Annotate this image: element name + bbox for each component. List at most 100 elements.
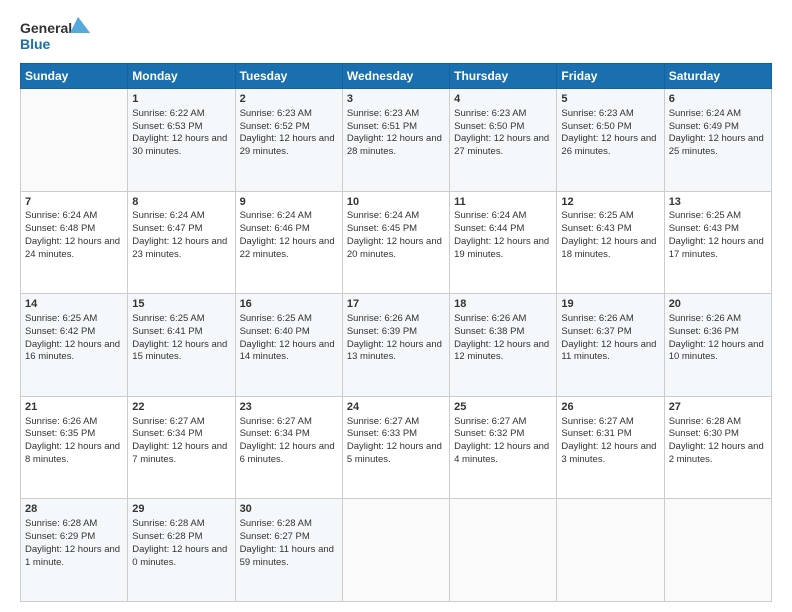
page: General Blue SundayMondayTuesdayWednesda… — [0, 0, 792, 612]
calendar-cell: 16Sunrise: 6:25 AMSunset: 6:40 PMDayligh… — [235, 294, 342, 397]
calendar-cell: 6Sunrise: 6:24 AMSunset: 6:49 PMDaylight… — [664, 89, 771, 192]
calendar-cell: 10Sunrise: 6:24 AMSunset: 6:45 PMDayligh… — [342, 191, 449, 294]
day-info: Sunrise: 6:25 AMSunset: 6:41 PMDaylight:… — [132, 313, 227, 362]
calendar-cell: 26Sunrise: 6:27 AMSunset: 6:31 PMDayligh… — [557, 396, 664, 499]
day-info: Sunrise: 6:27 AMSunset: 6:32 PMDaylight:… — [454, 416, 549, 465]
day-info: Sunrise: 6:22 AMSunset: 6:53 PMDaylight:… — [132, 108, 227, 157]
day-info: Sunrise: 6:25 AMSunset: 6:43 PMDaylight:… — [669, 210, 764, 259]
day-info: Sunrise: 6:24 AMSunset: 6:49 PMDaylight:… — [669, 108, 764, 157]
day-info: Sunrise: 6:26 AMSunset: 6:36 PMDaylight:… — [669, 313, 764, 362]
day-info: Sunrise: 6:28 AMSunset: 6:28 PMDaylight:… — [132, 518, 227, 567]
day-number: 25 — [454, 400, 552, 415]
calendar-cell: 8Sunrise: 6:24 AMSunset: 6:47 PMDaylight… — [128, 191, 235, 294]
day-info: Sunrise: 6:25 AMSunset: 6:42 PMDaylight:… — [25, 313, 120, 362]
calendar-cell: 12Sunrise: 6:25 AMSunset: 6:43 PMDayligh… — [557, 191, 664, 294]
day-info: Sunrise: 6:27 AMSunset: 6:34 PMDaylight:… — [240, 416, 335, 465]
calendar-cell: 29Sunrise: 6:28 AMSunset: 6:28 PMDayligh… — [128, 499, 235, 602]
day-number: 9 — [240, 195, 338, 210]
day-number: 8 — [132, 195, 230, 210]
day-info: Sunrise: 6:28 AMSunset: 6:30 PMDaylight:… — [669, 416, 764, 465]
calendar-week-row: 14Sunrise: 6:25 AMSunset: 6:42 PMDayligh… — [21, 294, 772, 397]
day-number: 29 — [132, 502, 230, 517]
calendar-cell: 1Sunrise: 6:22 AMSunset: 6:53 PMDaylight… — [128, 89, 235, 192]
day-header-thursday: Thursday — [450, 64, 557, 89]
day-number: 10 — [347, 195, 445, 210]
day-info: Sunrise: 6:26 AMSunset: 6:35 PMDaylight:… — [25, 416, 120, 465]
day-info: Sunrise: 6:23 AMSunset: 6:51 PMDaylight:… — [347, 108, 442, 157]
calendar-cell: 24Sunrise: 6:27 AMSunset: 6:33 PMDayligh… — [342, 396, 449, 499]
calendar-cell: 5Sunrise: 6:23 AMSunset: 6:50 PMDaylight… — [557, 89, 664, 192]
calendar-cell: 28Sunrise: 6:28 AMSunset: 6:29 PMDayligh… — [21, 499, 128, 602]
day-info: Sunrise: 6:24 AMSunset: 6:44 PMDaylight:… — [454, 210, 549, 259]
calendar-cell — [21, 89, 128, 192]
day-number: 5 — [561, 92, 659, 107]
day-info: Sunrise: 6:24 AMSunset: 6:47 PMDaylight:… — [132, 210, 227, 259]
day-header-wednesday: Wednesday — [342, 64, 449, 89]
day-number: 14 — [25, 297, 123, 312]
generalblue-logo-icon: General Blue — [20, 15, 90, 55]
calendar-cell: 22Sunrise: 6:27 AMSunset: 6:34 PMDayligh… — [128, 396, 235, 499]
day-number: 21 — [25, 400, 123, 415]
calendar-cell — [450, 499, 557, 602]
calendar-cell: 25Sunrise: 6:27 AMSunset: 6:32 PMDayligh… — [450, 396, 557, 499]
day-info: Sunrise: 6:25 AMSunset: 6:43 PMDaylight:… — [561, 210, 656, 259]
day-info: Sunrise: 6:28 AMSunset: 6:29 PMDaylight:… — [25, 518, 120, 567]
calendar-cell — [557, 499, 664, 602]
calendar-cell: 7Sunrise: 6:24 AMSunset: 6:48 PMDaylight… — [21, 191, 128, 294]
svg-text:Blue: Blue — [20, 36, 51, 52]
day-number: 1 — [132, 92, 230, 107]
calendar-week-row: 1Sunrise: 6:22 AMSunset: 6:53 PMDaylight… — [21, 89, 772, 192]
day-number: 3 — [347, 92, 445, 107]
day-number: 11 — [454, 195, 552, 210]
day-header-friday: Friday — [557, 64, 664, 89]
calendar-cell: 11Sunrise: 6:24 AMSunset: 6:44 PMDayligh… — [450, 191, 557, 294]
calendar-cell: 20Sunrise: 6:26 AMSunset: 6:36 PMDayligh… — [664, 294, 771, 397]
calendar-week-row: 28Sunrise: 6:28 AMSunset: 6:29 PMDayligh… — [21, 499, 772, 602]
day-info: Sunrise: 6:25 AMSunset: 6:40 PMDaylight:… — [240, 313, 335, 362]
calendar-table: SundayMondayTuesdayWednesdayThursdayFrid… — [20, 63, 772, 602]
day-info: Sunrise: 6:24 AMSunset: 6:46 PMDaylight:… — [240, 210, 335, 259]
day-info: Sunrise: 6:24 AMSunset: 6:45 PMDaylight:… — [347, 210, 442, 259]
day-number: 23 — [240, 400, 338, 415]
calendar-cell: 4Sunrise: 6:23 AMSunset: 6:50 PMDaylight… — [450, 89, 557, 192]
svg-text:General: General — [20, 20, 72, 36]
day-info: Sunrise: 6:26 AMSunset: 6:39 PMDaylight:… — [347, 313, 442, 362]
day-info: Sunrise: 6:24 AMSunset: 6:48 PMDaylight:… — [25, 210, 120, 259]
calendar-cell: 3Sunrise: 6:23 AMSunset: 6:51 PMDaylight… — [342, 89, 449, 192]
day-info: Sunrise: 6:26 AMSunset: 6:37 PMDaylight:… — [561, 313, 656, 362]
day-header-tuesday: Tuesday — [235, 64, 342, 89]
day-number: 22 — [132, 400, 230, 415]
day-number: 12 — [561, 195, 659, 210]
calendar-cell — [342, 499, 449, 602]
day-header-monday: Monday — [128, 64, 235, 89]
calendar-cell: 30Sunrise: 6:28 AMSunset: 6:27 PMDayligh… — [235, 499, 342, 602]
day-number: 6 — [669, 92, 767, 107]
calendar-cell: 27Sunrise: 6:28 AMSunset: 6:30 PMDayligh… — [664, 396, 771, 499]
day-number: 30 — [240, 502, 338, 517]
logo: General Blue — [20, 15, 90, 55]
calendar-cell: 17Sunrise: 6:26 AMSunset: 6:39 PMDayligh… — [342, 294, 449, 397]
day-info: Sunrise: 6:28 AMSunset: 6:27 PMDaylight:… — [240, 518, 334, 567]
day-info: Sunrise: 6:27 AMSunset: 6:31 PMDaylight:… — [561, 416, 656, 465]
calendar-cell: 21Sunrise: 6:26 AMSunset: 6:35 PMDayligh… — [21, 396, 128, 499]
calendar-week-row: 21Sunrise: 6:26 AMSunset: 6:35 PMDayligh… — [21, 396, 772, 499]
day-number: 27 — [669, 400, 767, 415]
day-number: 19 — [561, 297, 659, 312]
day-number: 28 — [25, 502, 123, 517]
calendar-cell: 18Sunrise: 6:26 AMSunset: 6:38 PMDayligh… — [450, 294, 557, 397]
calendar-cell: 14Sunrise: 6:25 AMSunset: 6:42 PMDayligh… — [21, 294, 128, 397]
calendar-cell: 15Sunrise: 6:25 AMSunset: 6:41 PMDayligh… — [128, 294, 235, 397]
day-number: 16 — [240, 297, 338, 312]
day-number: 17 — [347, 297, 445, 312]
calendar-cell: 13Sunrise: 6:25 AMSunset: 6:43 PMDayligh… — [664, 191, 771, 294]
day-info: Sunrise: 6:23 AMSunset: 6:50 PMDaylight:… — [561, 108, 656, 157]
day-info: Sunrise: 6:27 AMSunset: 6:34 PMDaylight:… — [132, 416, 227, 465]
day-number: 26 — [561, 400, 659, 415]
calendar-cell — [664, 499, 771, 602]
header: General Blue — [20, 15, 772, 55]
calendar-week-row: 7Sunrise: 6:24 AMSunset: 6:48 PMDaylight… — [21, 191, 772, 294]
calendar-cell: 23Sunrise: 6:27 AMSunset: 6:34 PMDayligh… — [235, 396, 342, 499]
day-number: 15 — [132, 297, 230, 312]
day-number: 13 — [669, 195, 767, 210]
calendar-cell: 2Sunrise: 6:23 AMSunset: 6:52 PMDaylight… — [235, 89, 342, 192]
